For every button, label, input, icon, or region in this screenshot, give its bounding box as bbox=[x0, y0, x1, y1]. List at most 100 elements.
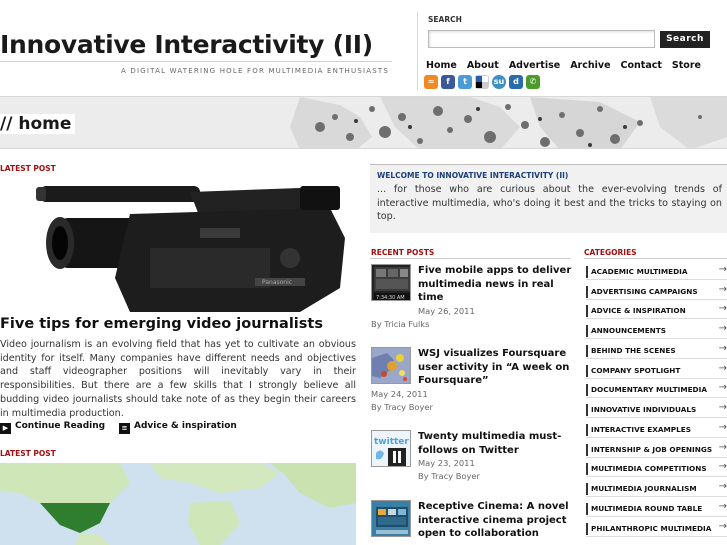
arrow-right-icon: → bbox=[718, 521, 727, 532]
arrow-right-icon: → bbox=[718, 501, 727, 512]
recent-post-thumbnail[interactable] bbox=[371, 500, 411, 537]
latest-post-title[interactable]: Five tips for emerging video journalists bbox=[0, 316, 323, 332]
arrow-right-icon: → bbox=[718, 323, 727, 334]
phone-app-thumbnail: 7:34:30 AM bbox=[372, 265, 410, 301]
recent-posts-divider bbox=[370, 258, 570, 259]
arrow-right-icon: → bbox=[718, 422, 727, 433]
chat-icon[interactable]: ✆ bbox=[526, 75, 540, 89]
continue-reading-label: Continue Reading bbox=[15, 421, 106, 431]
recent-post-thumbnail[interactable]: 7:34:30 AM bbox=[371, 264, 411, 301]
recent-post-thumbnail[interactable] bbox=[371, 347, 411, 384]
recent-post-title[interactable]: Twenty multimedia must-follows on Twitte… bbox=[418, 430, 576, 457]
category-label: MULTIMEDIA COMPETITIONS bbox=[591, 464, 707, 473]
nav-home[interactable]: Home bbox=[426, 60, 457, 71]
nav-about[interactable]: About bbox=[467, 60, 499, 71]
site-tagline: A DIGITAL WATERING HOLE FOR MULTIMEDIA E… bbox=[121, 67, 389, 75]
header-banner-map bbox=[0, 96, 727, 149]
arrow-right-icon: → bbox=[718, 461, 727, 472]
twitter-thumbnail: twitter bbox=[372, 431, 410, 466]
digg-icon[interactable]: d bbox=[509, 75, 523, 89]
continue-reading-link[interactable]: ▶ Continue Reading bbox=[0, 421, 105, 434]
recent-post-title[interactable]: Five mobile apps to deliver multimedia n… bbox=[418, 264, 576, 305]
welcome-text: ... for those who are curious about the … bbox=[377, 184, 722, 223]
header-divider bbox=[0, 61, 392, 62]
category-label: BEHIND THE SCENES bbox=[591, 346, 676, 355]
post-category-label: Advice & inspiration bbox=[134, 421, 237, 431]
recent-post-title[interactable]: WSJ visualizes Foursquare user activity … bbox=[418, 347, 576, 388]
thumb-time: 7:34:30 AM bbox=[376, 295, 405, 301]
recent-post-author: By Tracy Boyer bbox=[418, 471, 480, 481]
world-map-photo bbox=[0, 463, 356, 545]
delicious-icon[interactable] bbox=[475, 75, 489, 89]
document-icon: ≡ bbox=[119, 423, 130, 434]
recent-post-thumbnail[interactable]: twitter bbox=[371, 430, 411, 467]
category-item[interactable]: COMPANY SPOTLIGHT → bbox=[586, 362, 727, 379]
foursquare-map-thumbnail bbox=[372, 348, 410, 383]
search-label: SEARCH bbox=[428, 15, 462, 24]
latest-post-label: LATEST POST bbox=[0, 164, 56, 173]
category-item[interactable]: ANNOUNCEMENTS → bbox=[586, 322, 727, 339]
category-item[interactable]: DOCUMENTARY MULTIMEDIA → bbox=[586, 381, 727, 398]
recent-post-title[interactable]: Receptive Cinema: A novel interactive ci… bbox=[418, 500, 576, 541]
recent-post-author: By Tracy Boyer bbox=[371, 402, 433, 412]
svg-text:Panasonic: Panasonic bbox=[262, 279, 292, 286]
post-category-link[interactable]: ≡ Advice & inspiration bbox=[119, 421, 237, 434]
twitter-icon[interactable]: t bbox=[458, 75, 472, 89]
category-label: ACADEMIC MULTIMEDIA bbox=[591, 267, 688, 276]
recent-post-date: May 23, 2011 bbox=[418, 458, 475, 468]
nav-store[interactable]: Store bbox=[672, 60, 701, 71]
recent-posts-label: RECENT POSTS bbox=[371, 248, 435, 257]
category-item[interactable]: PHILANTHROPIC MULTIMEDIA → bbox=[586, 520, 727, 537]
arrow-right-icon: → bbox=[718, 284, 727, 295]
arrow-right-icon: → bbox=[718, 363, 727, 374]
category-label: ADVICE & INSPIRATION bbox=[591, 306, 686, 315]
nav-contact[interactable]: Contact bbox=[621, 60, 662, 71]
category-item[interactable]: INTERNSHIP & JOB OPENINGS → bbox=[586, 441, 727, 458]
latest-post-image[interactable]: Panasonic bbox=[0, 178, 356, 312]
nav-archive[interactable]: Archive bbox=[570, 60, 610, 71]
arrow-right-icon: → bbox=[718, 264, 727, 275]
latest-post-2-image[interactable] bbox=[0, 463, 356, 545]
category-item[interactable]: MULTIMEDIA ROUND TABLE → bbox=[586, 500, 727, 517]
facebook-icon[interactable]: f bbox=[441, 75, 455, 89]
play-icon: ▶ bbox=[0, 423, 11, 434]
page-heading: // home bbox=[0, 114, 76, 134]
category-item[interactable]: ADVICE & INSPIRATION → bbox=[586, 302, 727, 319]
category-label: MULTIMEDIA JOURNALISM bbox=[591, 484, 697, 493]
category-item[interactable]: BEHIND THE SCENES → bbox=[586, 342, 727, 359]
world-map-graphic bbox=[290, 97, 727, 148]
category-label: MULTIMEDIA ROUND TABLE bbox=[591, 504, 703, 513]
rss-icon[interactable]: ≈ bbox=[424, 75, 438, 89]
main-nav: Home About Advertise Archive Contact Sto… bbox=[426, 60, 711, 71]
arrow-right-icon: → bbox=[718, 382, 727, 393]
category-label: INTERNSHIP & JOB OPENINGS bbox=[591, 445, 713, 454]
recent-post-date: May 24, 2011 bbox=[371, 389, 428, 399]
stumbleupon-icon[interactable]: su bbox=[492, 75, 506, 89]
welcome-box: WELCOME TO INNOVATIVE INTERACTIVITY (II)… bbox=[370, 164, 727, 233]
category-label: INNOVATIVE INDIVIDUALS bbox=[591, 405, 697, 414]
thumb-twitter-text: twitter bbox=[374, 437, 409, 447]
category-item[interactable]: INNOVATIVE INDIVIDUALS → bbox=[586, 401, 727, 418]
video-camera-photo: Panasonic bbox=[0, 178, 356, 312]
social-icons: ≈ f t su d ✆ bbox=[424, 75, 540, 89]
arrow-right-icon: → bbox=[718, 402, 727, 413]
search-button[interactable]: Search bbox=[660, 31, 710, 48]
arrow-right-icon: → bbox=[718, 442, 727, 453]
latest-post-excerpt: Video journalism is an evolving field th… bbox=[0, 339, 356, 419]
category-item[interactable]: ADVERTISING CAMPAIGNS → bbox=[586, 283, 727, 300]
arrow-right-icon: → bbox=[718, 343, 727, 354]
category-label: ANNOUNCEMENTS bbox=[591, 326, 667, 335]
site-title[interactable]: Innovative Interactivity (II) bbox=[0, 30, 373, 59]
category-label: INTERACTIVE EXAMPLES bbox=[591, 425, 692, 434]
nav-advertise[interactable]: Advertise bbox=[509, 60, 560, 71]
search-input[interactable] bbox=[428, 30, 655, 48]
category-label: ADVERTISING CAMPAIGNS bbox=[591, 287, 698, 296]
arrow-right-icon: → bbox=[718, 303, 727, 314]
category-item[interactable]: MULTIMEDIA JOURNALISM → bbox=[586, 480, 727, 497]
category-item[interactable]: ACADEMIC MULTIMEDIA → bbox=[586, 263, 727, 280]
category-label: PHILANTHROPIC MULTIMEDIA bbox=[591, 524, 712, 533]
recent-post-date: May 26, 2011 bbox=[418, 306, 475, 316]
category-item[interactable]: INTERACTIVE EXAMPLES → bbox=[586, 421, 727, 438]
categories-divider bbox=[584, 258, 727, 259]
category-item[interactable]: MULTIMEDIA COMPETITIONS → bbox=[586, 460, 727, 477]
